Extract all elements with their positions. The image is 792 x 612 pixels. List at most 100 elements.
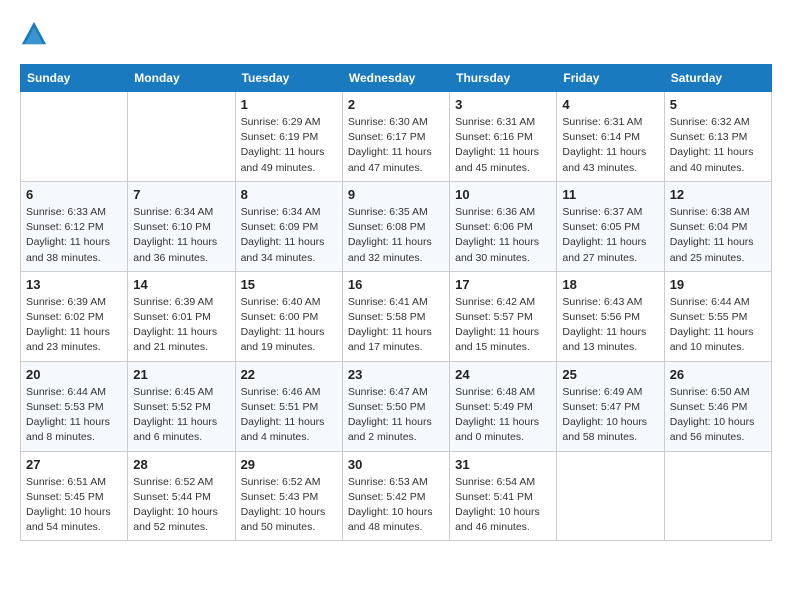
calendar-cell: 29 Sunrise: 6:52 AMSunset: 5:43 PMDayligh…	[235, 451, 342, 541]
day-number: 16	[348, 277, 444, 292]
calendar-table: SundayMondayTuesdayWednesdayThursdayFrid…	[20, 64, 772, 541]
cell-info: Sunrise: 6:31 AMSunset: 6:14 PMDaylight:…	[562, 115, 658, 176]
cell-info: Sunrise: 6:54 AMSunset: 5:41 PMDaylight:…	[455, 475, 551, 536]
cell-info: Sunrise: 6:36 AMSunset: 6:06 PMDaylight:…	[455, 205, 551, 266]
calendar-cell: 11 Sunrise: 6:37 AMSunset: 6:05 PMDayligh…	[557, 181, 664, 271]
calendar-cell: 6 Sunrise: 6:33 AMSunset: 6:12 PMDaylight…	[21, 181, 128, 271]
cell-info: Sunrise: 6:42 AMSunset: 5:57 PMDaylight:…	[455, 295, 551, 356]
day-number: 1	[241, 97, 337, 112]
calendar-week-row: 27 Sunrise: 6:51 AMSunset: 5:45 PMDayligh…	[21, 451, 772, 541]
day-number: 18	[562, 277, 658, 292]
calendar-cell: 2 Sunrise: 6:30 AMSunset: 6:17 PMDaylight…	[342, 92, 449, 182]
cell-info: Sunrise: 6:38 AMSunset: 6:04 PMDaylight:…	[670, 205, 766, 266]
calendar-cell: 22 Sunrise: 6:46 AMSunset: 5:51 PMDayligh…	[235, 361, 342, 451]
logo	[20, 20, 52, 48]
day-number: 24	[455, 367, 551, 382]
cell-info: Sunrise: 6:32 AMSunset: 6:13 PMDaylight:…	[670, 115, 766, 176]
calendar-cell: 1 Sunrise: 6:29 AMSunset: 6:19 PMDaylight…	[235, 92, 342, 182]
day-number: 7	[133, 187, 229, 202]
calendar-cell: 4 Sunrise: 6:31 AMSunset: 6:14 PMDaylight…	[557, 92, 664, 182]
header-tuesday: Tuesday	[235, 65, 342, 92]
day-number: 13	[26, 277, 122, 292]
cell-info: Sunrise: 6:29 AMSunset: 6:19 PMDaylight:…	[241, 115, 337, 176]
day-number: 10	[455, 187, 551, 202]
cell-info: Sunrise: 6:50 AMSunset: 5:46 PMDaylight:…	[670, 385, 766, 446]
header-wednesday: Wednesday	[342, 65, 449, 92]
calendar-cell	[128, 92, 235, 182]
day-number: 17	[455, 277, 551, 292]
header-sunday: Sunday	[21, 65, 128, 92]
calendar-cell: 26Sunrise: 6:50 AMSunset: 5:46 PMDayligh…	[664, 361, 771, 451]
cell-info: Sunrise: 6:41 AMSunset: 5:58 PMDaylight:…	[348, 295, 444, 356]
cell-info: Sunrise: 6:44 AMSunset: 5:55 PMDaylight:…	[670, 295, 766, 356]
cell-info: Sunrise: 6:48 AMSunset: 5:49 PMDaylight:…	[455, 385, 551, 446]
day-number: 31	[455, 457, 551, 472]
calendar-week-row: 13 Sunrise: 6:39 AMSunset: 6:02 PMDayligh…	[21, 271, 772, 361]
cell-info: Sunrise: 6:30 AMSunset: 6:17 PMDaylight:…	[348, 115, 444, 176]
header-monday: Monday	[128, 65, 235, 92]
day-number: 27	[26, 457, 122, 472]
day-number: 8	[241, 187, 337, 202]
day-number: 12	[670, 187, 766, 202]
page-header	[20, 20, 772, 48]
calendar-cell: 9 Sunrise: 6:35 AMSunset: 6:08 PMDaylight…	[342, 181, 449, 271]
calendar-cell: 16 Sunrise: 6:41 AMSunset: 5:58 PMDayligh…	[342, 271, 449, 361]
cell-info: Sunrise: 6:45 AMSunset: 5:52 PMDaylight:…	[133, 385, 229, 446]
calendar-cell: 24 Sunrise: 6:48 AMSunset: 5:49 PMDayligh…	[450, 361, 557, 451]
cell-info: Sunrise: 6:37 AMSunset: 6:05 PMDaylight:…	[562, 205, 658, 266]
day-number: 25	[562, 367, 658, 382]
cell-info: Sunrise: 6:51 AMSunset: 5:45 PMDaylight:…	[26, 475, 122, 536]
day-number: 28	[133, 457, 229, 472]
day-number: 3	[455, 97, 551, 112]
day-number: 6	[26, 187, 122, 202]
calendar-cell: 13 Sunrise: 6:39 AMSunset: 6:02 PMDayligh…	[21, 271, 128, 361]
calendar-cell: 10 Sunrise: 6:36 AMSunset: 6:06 PMDayligh…	[450, 181, 557, 271]
day-number: 9	[348, 187, 444, 202]
day-number: 19	[670, 277, 766, 292]
cell-info: Sunrise: 6:31 AMSunset: 6:16 PMDaylight:…	[455, 115, 551, 176]
calendar-cell	[21, 92, 128, 182]
calendar-cell: 12 Sunrise: 6:38 AMSunset: 6:04 PMDayligh…	[664, 181, 771, 271]
day-number: 2	[348, 97, 444, 112]
calendar-cell: 8Sunrise: 6:34 AMSunset: 6:09 PMDaylight…	[235, 181, 342, 271]
calendar-cell: 19 Sunrise: 6:44 AMSunset: 5:55 PMDayligh…	[664, 271, 771, 361]
calendar-week-row: 1 Sunrise: 6:29 AMSunset: 6:19 PMDaylight…	[21, 92, 772, 182]
day-number: 4	[562, 97, 658, 112]
day-number: 23	[348, 367, 444, 382]
day-number: 15	[241, 277, 337, 292]
calendar-week-row: 6 Sunrise: 6:33 AMSunset: 6:12 PMDaylight…	[21, 181, 772, 271]
cell-info: Sunrise: 6:33 AMSunset: 6:12 PMDaylight:…	[26, 205, 122, 266]
calendar-cell: 14 Sunrise: 6:39 AMSunset: 6:01 PMDayligh…	[128, 271, 235, 361]
day-number: 20	[26, 367, 122, 382]
calendar-cell: 31 Sunrise: 6:54 AMSunset: 5:41 PMDayligh…	[450, 451, 557, 541]
cell-info: Sunrise: 6:52 AMSunset: 5:43 PMDaylight:…	[241, 475, 337, 536]
calendar-week-row: 20Sunrise: 6:44 AMSunset: 5:53 PMDayligh…	[21, 361, 772, 451]
day-number: 14	[133, 277, 229, 292]
day-number: 29	[241, 457, 337, 472]
header-friday: Friday	[557, 65, 664, 92]
cell-info: Sunrise: 6:52 AMSunset: 5:44 PMDaylight:…	[133, 475, 229, 536]
cell-info: Sunrise: 6:40 AMSunset: 6:00 PMDaylight:…	[241, 295, 337, 356]
cell-info: Sunrise: 6:39 AMSunset: 6:01 PMDaylight:…	[133, 295, 229, 356]
day-number: 21	[133, 367, 229, 382]
calendar-cell	[664, 451, 771, 541]
cell-info: Sunrise: 6:46 AMSunset: 5:51 PMDaylight:…	[241, 385, 337, 446]
calendar-cell: 21 Sunrise: 6:45 AMSunset: 5:52 PMDayligh…	[128, 361, 235, 451]
calendar-cell: 27 Sunrise: 6:51 AMSunset: 5:45 PMDayligh…	[21, 451, 128, 541]
calendar-cell: 25 Sunrise: 6:49 AMSunset: 5:47 PMDayligh…	[557, 361, 664, 451]
day-number: 22	[241, 367, 337, 382]
cell-info: Sunrise: 6:49 AMSunset: 5:47 PMDaylight:…	[562, 385, 658, 446]
calendar-cell: 5Sunrise: 6:32 AMSunset: 6:13 PMDaylight…	[664, 92, 771, 182]
calendar-cell: 3 Sunrise: 6:31 AMSunset: 6:16 PMDaylight…	[450, 92, 557, 182]
logo-icon	[20, 20, 48, 48]
calendar-cell: 15 Sunrise: 6:40 AMSunset: 6:00 PMDayligh…	[235, 271, 342, 361]
cell-info: Sunrise: 6:47 AMSunset: 5:50 PMDaylight:…	[348, 385, 444, 446]
calendar-cell: 28 Sunrise: 6:52 AMSunset: 5:44 PMDayligh…	[128, 451, 235, 541]
cell-info: Sunrise: 6:35 AMSunset: 6:08 PMDaylight:…	[348, 205, 444, 266]
day-number: 30	[348, 457, 444, 472]
calendar-cell	[557, 451, 664, 541]
cell-info: Sunrise: 6:39 AMSunset: 6:02 PMDaylight:…	[26, 295, 122, 356]
day-number: 11	[562, 187, 658, 202]
calendar-cell: 23 Sunrise: 6:47 AMSunset: 5:50 PMDayligh…	[342, 361, 449, 451]
calendar-cell: 30Sunrise: 6:53 AMSunset: 5:42 PMDayligh…	[342, 451, 449, 541]
